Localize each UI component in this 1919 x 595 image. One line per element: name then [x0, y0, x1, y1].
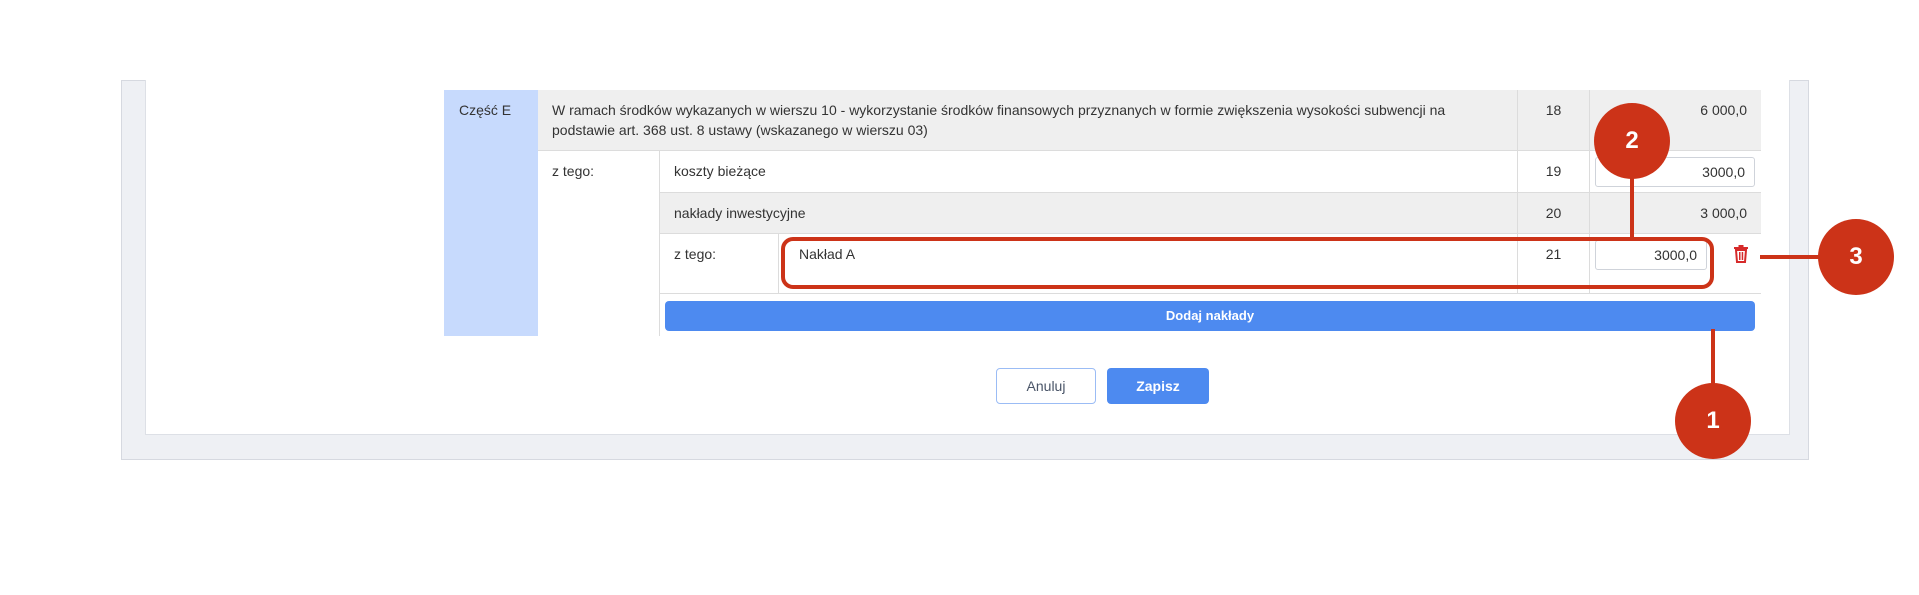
- row-19-number: 19: [1517, 151, 1589, 193]
- callout-2-connector: [1630, 178, 1634, 237]
- row-20-value: 3 000,0: [1589, 193, 1761, 234]
- row-20-number: 20: [1517, 193, 1589, 234]
- cancel-button[interactable]: Anuluj: [996, 368, 1096, 404]
- annotation-highlight-box: [781, 237, 1714, 289]
- trash-icon[interactable]: [1733, 245, 1749, 263]
- callout-3: 3: [1818, 219, 1894, 295]
- row-18-description: W ramach środków wykazanych w wierszu 10…: [538, 90, 1517, 151]
- z-tego-label: z tego:: [538, 151, 660, 336]
- row-18-number: 18: [1517, 90, 1589, 151]
- row-20-label: nakłady inwestycyjne: [660, 193, 1517, 234]
- callout-2: 2: [1594, 103, 1670, 179]
- row-19-label: koszty bieżące: [660, 151, 1517, 193]
- save-button[interactable]: Zapisz: [1107, 368, 1209, 404]
- callout-1-connector: [1711, 329, 1715, 384]
- section-label: Część E: [444, 90, 538, 336]
- callout-1: 1: [1675, 383, 1751, 459]
- row-21-label: z tego:: [660, 234, 778, 294]
- add-expenses-button[interactable]: Dodaj nakłady: [665, 301, 1755, 331]
- callout-3-connector: [1760, 255, 1820, 259]
